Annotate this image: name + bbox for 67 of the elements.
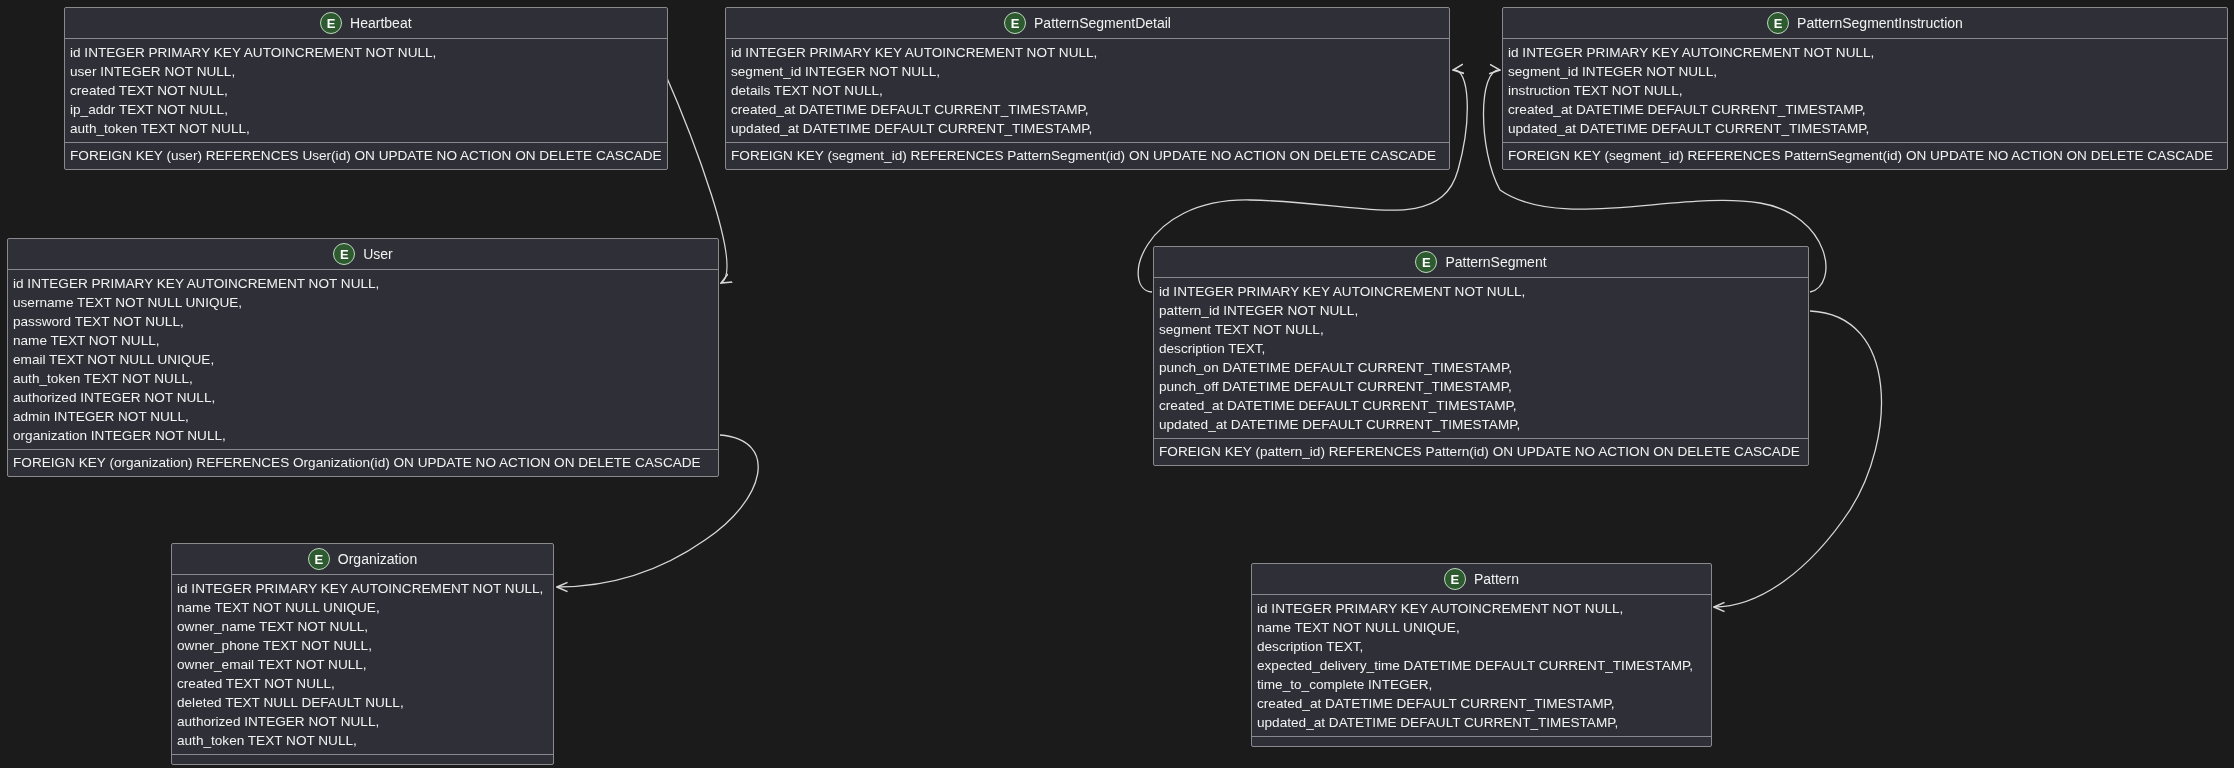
- field-text: updated_at DATETIME DEFAULT CURRENT_TIMESTAMP,: [1159, 416, 1522, 434]
- field-text: auth_token TEXT NOT NULL,: [13, 370, 194, 388]
- field-text: description TEXT,: [1159, 340, 1267, 358]
- field-text: auth_token TEXT NOT NULL,: [177, 732, 358, 750]
- entity-title: User: [363, 246, 393, 262]
- entity-title: Heartbeat: [350, 15, 412, 31]
- field-text: id INTEGER PRIMARY KEY AUTOINCREMENT NOT NULL,: [13, 275, 381, 293]
- field-text: owner_email TEXT NOT NULL,: [177, 656, 368, 674]
- field-text: email TEXT NOT NULL UNIQUE,: [13, 351, 216, 369]
- foreign-key-text: FOREIGN KEY (segment_id) REFERENCES PatternSegment(id) ON UPDATE NO ACTION ON DELETE CASCADE: [1508, 147, 2215, 165]
- entity-title: Pattern: [1473, 571, 1520, 587]
- entity-badge: E: [320, 12, 343, 34]
- field-text: deleted TEXT NULL DEFAULT NULL,: [177, 694, 405, 712]
- field-text: created TEXT NOT NULL,: [70, 82, 229, 100]
- field-text: punch_off DATETIME DEFAULT CURRENT_TIMESTAMP,: [1159, 378, 1513, 396]
- field-text: authorized INTEGER NOT NULL,: [13, 389, 217, 407]
- entity-badge: E: [1004, 12, 1026, 34]
- field-text: id INTEGER PRIMARY KEY AUTOINCREMENT NOT NULL,: [1257, 600, 1625, 618]
- field-text: id INTEGER PRIMARY KEY AUTOINCREMENT NOT NULL,: [1159, 283, 1527, 301]
- field-text: segment_id INTEGER NOT NULL,: [731, 63, 941, 81]
- field-text: id INTEGER PRIMARY KEY AUTOINCREMENT NOT NULL,: [1508, 44, 1876, 62]
- field-text: expected_delivery_time DATETIME DEFAULT CURRENT_TIMESTAMP,: [1257, 657, 1695, 675]
- field-text: admin INTEGER NOT NULL,: [13, 408, 190, 426]
- field-text: name TEXT NOT NULL UNIQUE,: [177, 599, 381, 617]
- field-text: ip_addr TEXT NOT NULL,: [70, 101, 229, 119]
- field-text: updated_at DATETIME DEFAULT CURRENT_TIMESTAMP,: [731, 120, 1094, 138]
- foreign-key-text: FOREIGN KEY (organization) REFERENCES Organization(id) ON UPDATE NO ACTION ON DELETE CASCADE: [13, 454, 702, 472]
- entity-title: PatternSegmentDetail: [1034, 15, 1171, 31]
- field-text: time_to_complete INTEGER,: [1257, 676, 1434, 694]
- entity-badge: E: [1443, 568, 1466, 590]
- entity-badge: E: [333, 243, 356, 265]
- field-text: owner_name TEXT NOT NULL,: [177, 618, 370, 636]
- field-text: created_at DATETIME DEFAULT CURRENT_TIMESTAMP,: [1508, 101, 1867, 119]
- field-text: updated_at DATETIME DEFAULT CURRENT_TIMESTAMP,: [1257, 714, 1620, 732]
- field-text: punch_on DATETIME DEFAULT CURRENT_TIMESTAMP,: [1159, 359, 1514, 377]
- field-text: password TEXT NOT NULL,: [13, 313, 185, 331]
- entity-badge: E: [1415, 251, 1438, 273]
- foreign-key-text: FOREIGN KEY (pattern_id) REFERENCES Pattern(id) ON UPDATE NO ACTION ON DELETE CASCADE: [1159, 443, 1801, 461]
- field-text: updated_at DATETIME DEFAULT CURRENT_TIMESTAMP,: [1508, 120, 1871, 138]
- entity-title: PatternSegmentInstruction: [1797, 15, 1963, 31]
- field-text: name TEXT NOT NULL UNIQUE,: [1257, 619, 1461, 637]
- field-text: instruction TEXT NOT NULL,: [1508, 82, 1684, 100]
- field-text: created_at DATETIME DEFAULT CURRENT_TIMESTAMP,: [1159, 397, 1518, 415]
- entity-title: PatternSegment: [1445, 254, 1547, 270]
- field-text: username TEXT NOT NULL UNIQUE,: [13, 294, 244, 312]
- foreign-key-text: FOREIGN KEY (segment_id) REFERENCES PatternSegment(id) ON UPDATE NO ACTION ON DELETE CASCADE: [731, 147, 1438, 165]
- field-text: owner_phone TEXT NOT NULL,: [177, 637, 373, 655]
- entity-title: Organization: [337, 551, 418, 567]
- field-text: segment TEXT NOT NULL,: [1159, 321, 1325, 339]
- entity-badge: E: [307, 548, 330, 570]
- foreign-key-text: FOREIGN KEY (user) REFERENCES User(id) ON UPDATE NO ACTION ON DELETE CASCADE: [70, 147, 662, 165]
- field-text: created_at DATETIME DEFAULT CURRENT_TIMESTAMP,: [731, 101, 1090, 119]
- entity-badge: E: [1767, 12, 1790, 34]
- field-text: user INTEGER NOT NULL,: [70, 63, 237, 81]
- field-text: segment_id INTEGER NOT NULL,: [1508, 63, 1718, 81]
- field-text: details TEXT NOT NULL,: [731, 82, 884, 100]
- field-text: id INTEGER PRIMARY KEY AUTOINCREMENT NOT NULL,: [70, 44, 438, 62]
- field-text: auth_token TEXT NOT NULL,: [70, 120, 251, 138]
- field-text: created TEXT NOT NULL,: [177, 675, 336, 693]
- field-text: description TEXT,: [1257, 638, 1365, 656]
- field-text: id INTEGER PRIMARY KEY AUTOINCREMENT NOT NULL,: [177, 580, 545, 598]
- field-text: organization INTEGER NOT NULL,: [13, 427, 227, 445]
- field-text: created_at DATETIME DEFAULT CURRENT_TIMESTAMP,: [1257, 695, 1616, 713]
- field-text: authorized INTEGER NOT NULL,: [177, 713, 381, 731]
- field-text: name TEXT NOT NULL,: [13, 332, 161, 350]
- field-text: id INTEGER PRIMARY KEY AUTOINCREMENT NOT NULL,: [731, 44, 1099, 62]
- field-text: pattern_id INTEGER NOT NULL,: [1159, 302, 1360, 320]
